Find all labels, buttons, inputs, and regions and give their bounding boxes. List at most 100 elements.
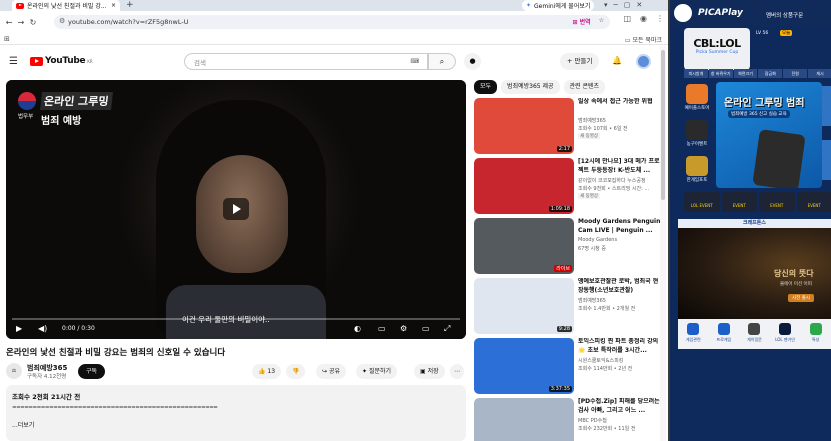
- recommended-video[interactable]: 3:37:35 토익스피킹 찐 파트 총정리 강의🌟 초보 특작러를 3시간...…: [474, 338, 664, 396]
- settings-gear-icon[interactable]: ⚙: [400, 324, 407, 333]
- scrollbar-thumb[interactable]: [661, 50, 665, 200]
- recommended-video[interactable]: 1:09:18 [12시에 만나요] 3대 메가 프로젝트 두둥등장! K-반도체…: [474, 158, 664, 216]
- event-tile[interactable]: EVENT: [721, 192, 757, 212]
- address-bar[interactable]: ⚙ youtube.com/watch?v=rZF5g8nwL-U ⊞ 번역 ☆: [54, 15, 610, 29]
- translate-button[interactable]: ⊞ 번역: [572, 17, 590, 26]
- recommended-title[interactable]: [12시에 만나요] 3대 메가 프로젝트 두둥등장! K-반도체 ...: [578, 158, 662, 175]
- recommended-video[interactable]: 9:28 앵예보호관찰관 로박, 범죄국 현장동행(소년보호관찰) 범죄예방365 조…: [474, 278, 664, 336]
- panel-top-link[interactable]: 멤버의 상품구문: [766, 11, 803, 19]
- recommended-title[interactable]: 토익스피킹 찐 파트 총정리 강의🌟 초보 특작러를 3시간...: [578, 338, 662, 355]
- volume-icon[interactable]: ◀): [38, 324, 47, 333]
- sparkle-icon: ✦: [362, 368, 368, 375]
- panel-tab[interactable]: 잠금화: [758, 69, 783, 78]
- progress-bar[interactable]: [12, 318, 460, 320]
- description-box[interactable]: 조회수 2천회 21시간 전 =========================…: [6, 385, 466, 441]
- recommended-video[interactable]: 라이브 Moody Gardens Penguin Cam LIVE | Peng…: [474, 218, 664, 276]
- chip-related[interactable]: 관련 콘텐츠: [563, 80, 606, 94]
- theater-mode-icon[interactable]: ▭: [422, 324, 430, 333]
- event-tile[interactable]: LOL EVENT: [684, 192, 720, 212]
- bottom-shortcut[interactable]: 게임관련: [678, 319, 709, 349]
- recommended-title[interactable]: 일상 속에서 접근 가능한 위협: [578, 98, 662, 107]
- side-tab[interactable]: [822, 86, 831, 126]
- panel-tab[interactable]: 창 바뀌우기: [708, 69, 733, 78]
- hamburger-menu-icon[interactable]: ☰: [9, 56, 18, 67]
- create-button[interactable]: + 만들기: [560, 53, 600, 70]
- subtitles-icon[interactable]: ▭: [378, 324, 386, 333]
- panel-tab[interactable]: 게시: [808, 69, 831, 78]
- menu-icon[interactable]: ⋮: [656, 14, 664, 23]
- search-input[interactable]: 검색 ⌨: [184, 53, 428, 70]
- overlay-title: 온라인 그루밍: [40, 92, 113, 110]
- channel-avatar[interactable]: ⚖: [6, 363, 22, 379]
- share-icon: ↪: [322, 368, 328, 375]
- youtube-logo[interactable]: YouTube KR: [30, 56, 93, 66]
- panel-tab[interactable]: 전원: [783, 69, 808, 78]
- video-thumbnail[interactable]: 3:37:35: [474, 338, 574, 394]
- recommended-title[interactable]: Moody Gardens Penguin Cam LIVE | Penguin…: [578, 218, 662, 235]
- extension-icon[interactable]: ◫: [623, 14, 631, 23]
- chip-all[interactable]: 모두: [474, 80, 498, 94]
- autoplay-toggle-icon[interactable]: ◐: [354, 324, 361, 333]
- share-button[interactable]: ↪ 공유: [316, 364, 346, 379]
- back-icon[interactable]: ←: [3, 18, 15, 27]
- profile-icon[interactable]: ◉: [640, 14, 647, 23]
- video-thumbnail[interactable]: 라이브: [474, 218, 574, 274]
- event-tile[interactable]: EVENT: [759, 192, 795, 212]
- apps-grid-icon[interactable]: ⊞: [4, 35, 10, 43]
- save-button[interactable]: ▣ 저장: [414, 364, 445, 379]
- bookmark-star-icon[interactable]: ☆: [599, 17, 604, 26]
- ask-button[interactable]: ✦ 질문하기: [356, 364, 398, 379]
- center-play-button[interactable]: [223, 198, 249, 220]
- craft-cta-button[interactable]: 사전 출시: [788, 294, 814, 302]
- bottom-shortcut[interactable]: 프로게임: [709, 319, 740, 349]
- gemini-button[interactable]: ✦ Gemini에게 물어보기: [522, 0, 595, 11]
- description-more-link[interactable]: ...더보기: [12, 420, 460, 429]
- forward-icon[interactable]: →: [15, 18, 27, 27]
- panel-shortcut[interactable]: 한게임포토: [684, 156, 710, 183]
- video-player[interactable]: 법무부 온라인 그루밍 범죄 예방 이건 우리 둘만의 비밀이야.. ▶ ◀) …: [6, 80, 466, 339]
- fullscreen-icon[interactable]: ⤢: [444, 324, 450, 334]
- recommended-title[interactable]: 앵예보호관찰관 로박, 범죄국 현장동행(소년보호관찰): [578, 278, 662, 295]
- tab-close-icon[interactable]: ×: [111, 2, 116, 9]
- new-tab-button[interactable]: +: [126, 0, 134, 11]
- video-thumbnail[interactable]: 1:09:18: [474, 158, 574, 214]
- video-thumbnail[interactable]: 2:17: [474, 98, 574, 154]
- banner-title: 온라인 그루밍 범죄: [724, 98, 805, 109]
- panel-tab[interactable]: 피시방개: [684, 69, 708, 78]
- panel-shortcut[interactable]: 농구이벤트: [684, 120, 710, 147]
- chip-channel[interactable]: 범죄예방365 제공: [501, 80, 560, 94]
- recommended-video[interactable]: 2:17 일상 속에서 접근 가능한 위협 범죄예방365 조회수 107회 • 6일…: [474, 98, 664, 156]
- subscribe-button[interactable]: 구독: [78, 364, 106, 379]
- craft-title: 당신의 뜻다: [774, 269, 814, 278]
- panel-tab[interactable]: 화면끄기: [733, 69, 758, 78]
- event-tile[interactable]: EVENT: [796, 192, 831, 212]
- reload-icon[interactable]: ↻: [27, 18, 39, 27]
- play-icon[interactable]: ▶: [16, 324, 22, 333]
- recommended-video[interactable]: [PD수첩.Zip] 피해를 당으려는 검사 아빠, 그리고 어느 ... MBC…: [474, 398, 664, 441]
- video-thumbnail[interactable]: 9:28: [474, 278, 574, 334]
- time-display: 0:00 / 0:30: [62, 325, 95, 332]
- account-avatar[interactable]: [636, 54, 651, 69]
- voice-search-button[interactable]: ●: [464, 53, 481, 70]
- dislike-button[interactable]: 👎: [286, 364, 306, 379]
- bottom-shortcut[interactable]: LOL 펜가인: [770, 319, 801, 349]
- promo-banner[interactable]: 온라인 그루밍 범죄 범죄예방 365 신고 실습 교육: [716, 82, 822, 188]
- panel-shortcut[interactable]: 예이플스토어: [684, 84, 710, 111]
- keyboard-icon[interactable]: ⌨: [410, 58, 419, 65]
- craft-ad[interactable]: 크래프톤스 당신의 뜻다 몰에어 미션 어떠 사전 출시: [678, 219, 831, 319]
- more-actions-icon[interactable]: ⋯: [450, 364, 464, 379]
- video-thumbnail[interactable]: [474, 398, 574, 441]
- like-button[interactable]: 👍 13: [252, 364, 282, 379]
- window-controls[interactable]: ▾─▢✕: [604, 0, 648, 11]
- bottom-shortcut[interactable]: 특성: [800, 319, 831, 349]
- all-bookmarks-folder[interactable]: ▭ 모든 북마크: [625, 35, 662, 44]
- cbl-card[interactable]: CBL:LOL Picka Summer Cup: [684, 28, 750, 70]
- notification-bell-icon[interactable]: 🔔: [612, 56, 622, 65]
- browser-tab[interactable]: 온라인의 낯선 친절과 비밀 강... ×: [12, 0, 120, 11]
- search-button[interactable]: ⌕: [428, 53, 456, 70]
- bottom-shortcut[interactable]: 게이밍문: [739, 319, 770, 349]
- site-info-icon[interactable]: ⚙: [59, 17, 65, 25]
- recommended-title[interactable]: [PD수첩.Zip] 피해를 당으려는 검사 아빠, 그리고 어느 ...: [578, 398, 662, 415]
- side-tab[interactable]: [822, 140, 831, 180]
- duration-badge: 2:17: [556, 146, 572, 152]
